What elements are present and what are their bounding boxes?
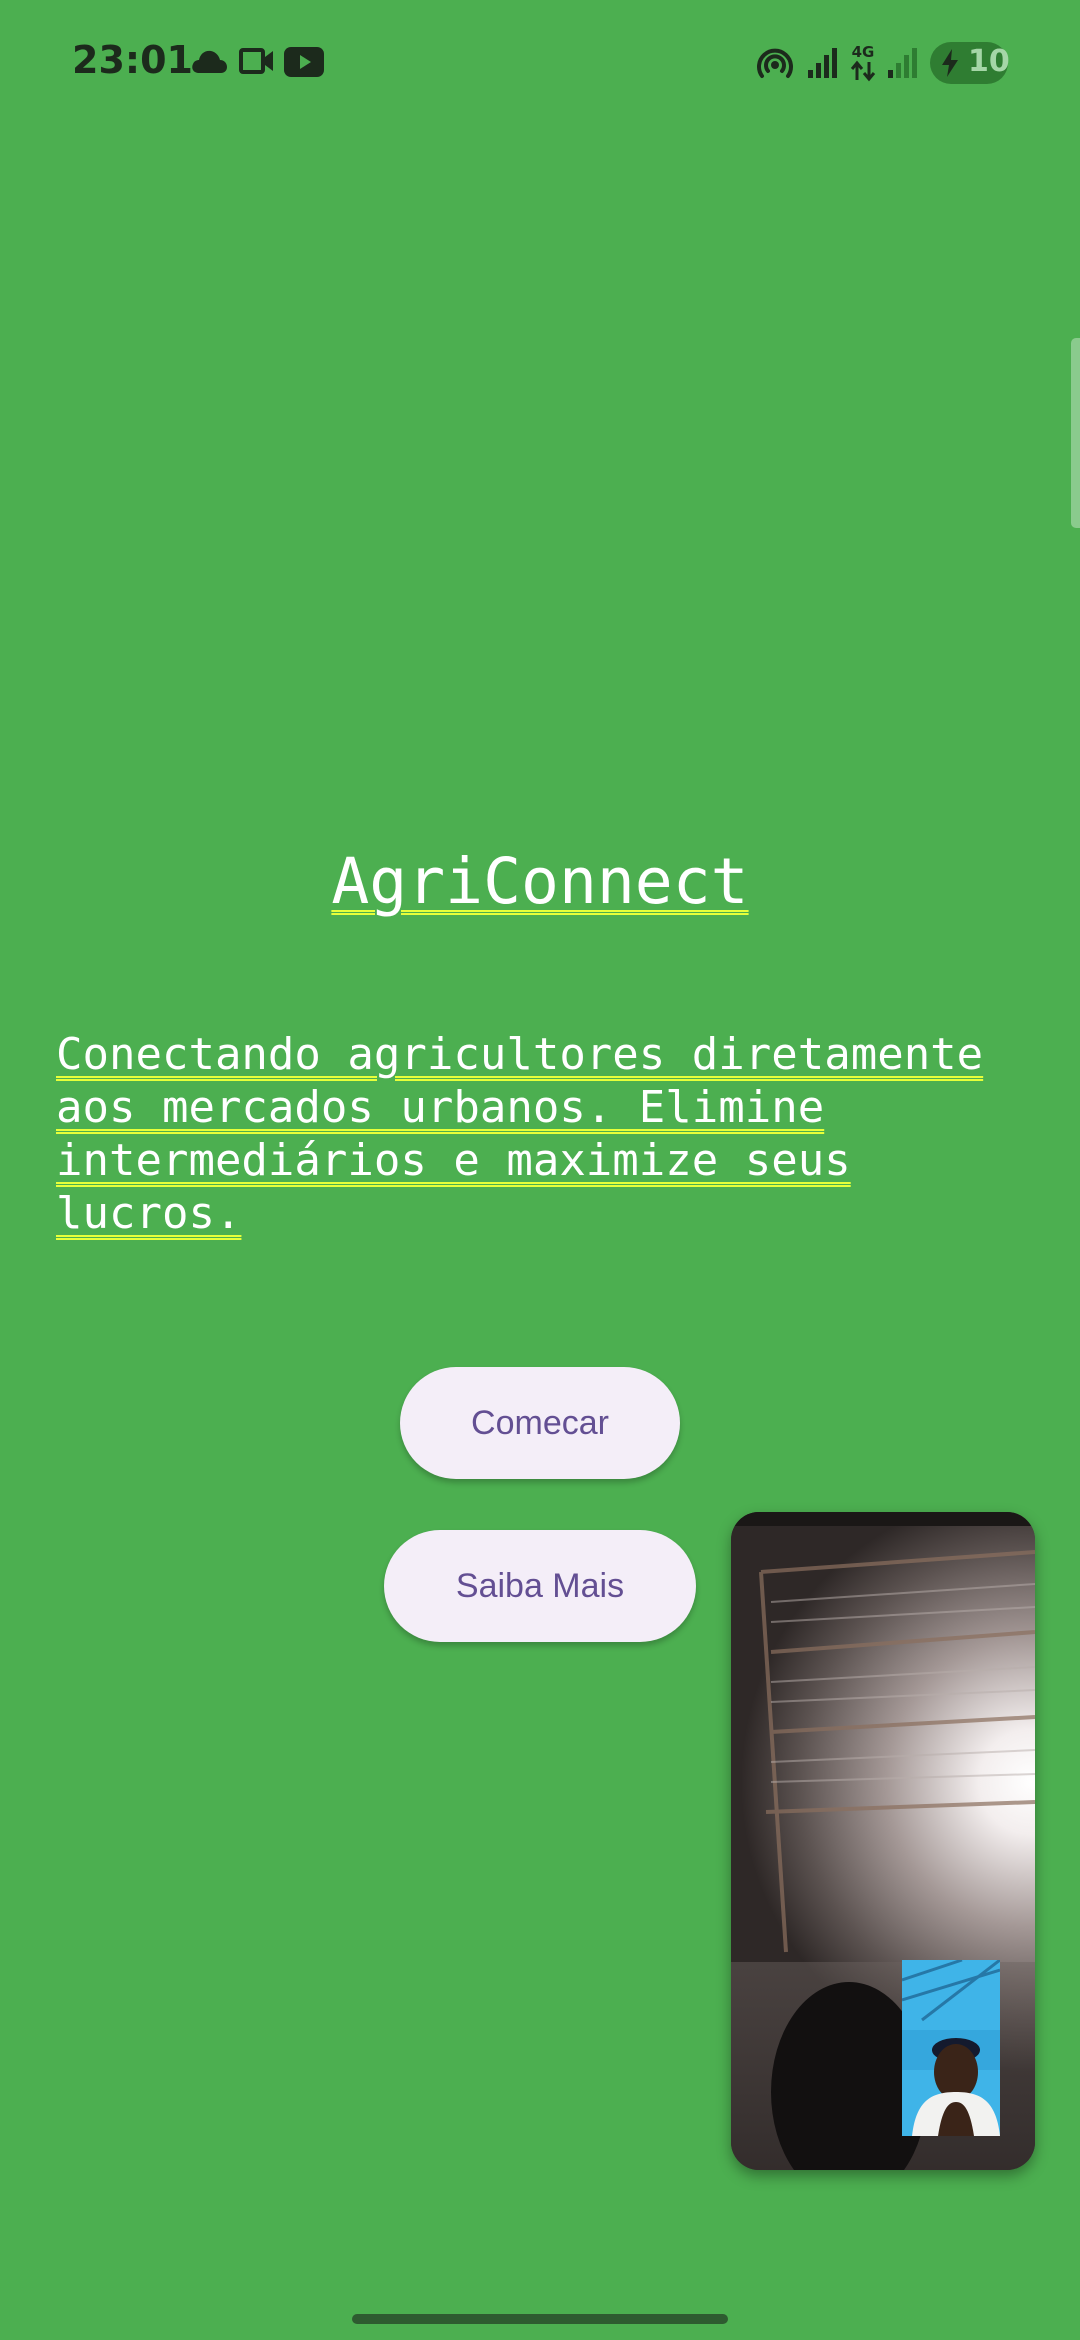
home-indicator[interactable] xyxy=(352,2314,728,2324)
network-4g-icon: 4G xyxy=(848,44,878,84)
signal-icon xyxy=(888,48,917,78)
charging-bolt-icon xyxy=(942,49,958,77)
video-call-overlay[interactable] xyxy=(731,1512,1035,2170)
status-time: 23:01 xyxy=(72,38,193,82)
youtube-icon xyxy=(284,47,324,77)
signal-icon xyxy=(808,48,837,78)
battery-level: 10 xyxy=(968,44,1010,79)
hotspot-icon xyxy=(757,48,793,78)
page-subtitle: Conectando agricultores diretamente aos … xyxy=(56,1029,984,1239)
network-type-label: 4G xyxy=(851,43,875,61)
scrollbar-thumb[interactable] xyxy=(1071,338,1080,528)
cloud-icon xyxy=(192,50,227,73)
status-bar: 23:01 4G 10 xyxy=(0,0,1080,126)
battery-indicator: 10 xyxy=(930,42,1010,84)
page-title: AgriConnect xyxy=(331,845,749,918)
learn-more-button[interactable]: Saiba Mais xyxy=(384,1530,696,1642)
self-video-preview[interactable] xyxy=(902,1960,1000,2136)
video-camera-icon xyxy=(239,48,273,74)
start-button[interactable]: Comecar xyxy=(400,1367,680,1479)
